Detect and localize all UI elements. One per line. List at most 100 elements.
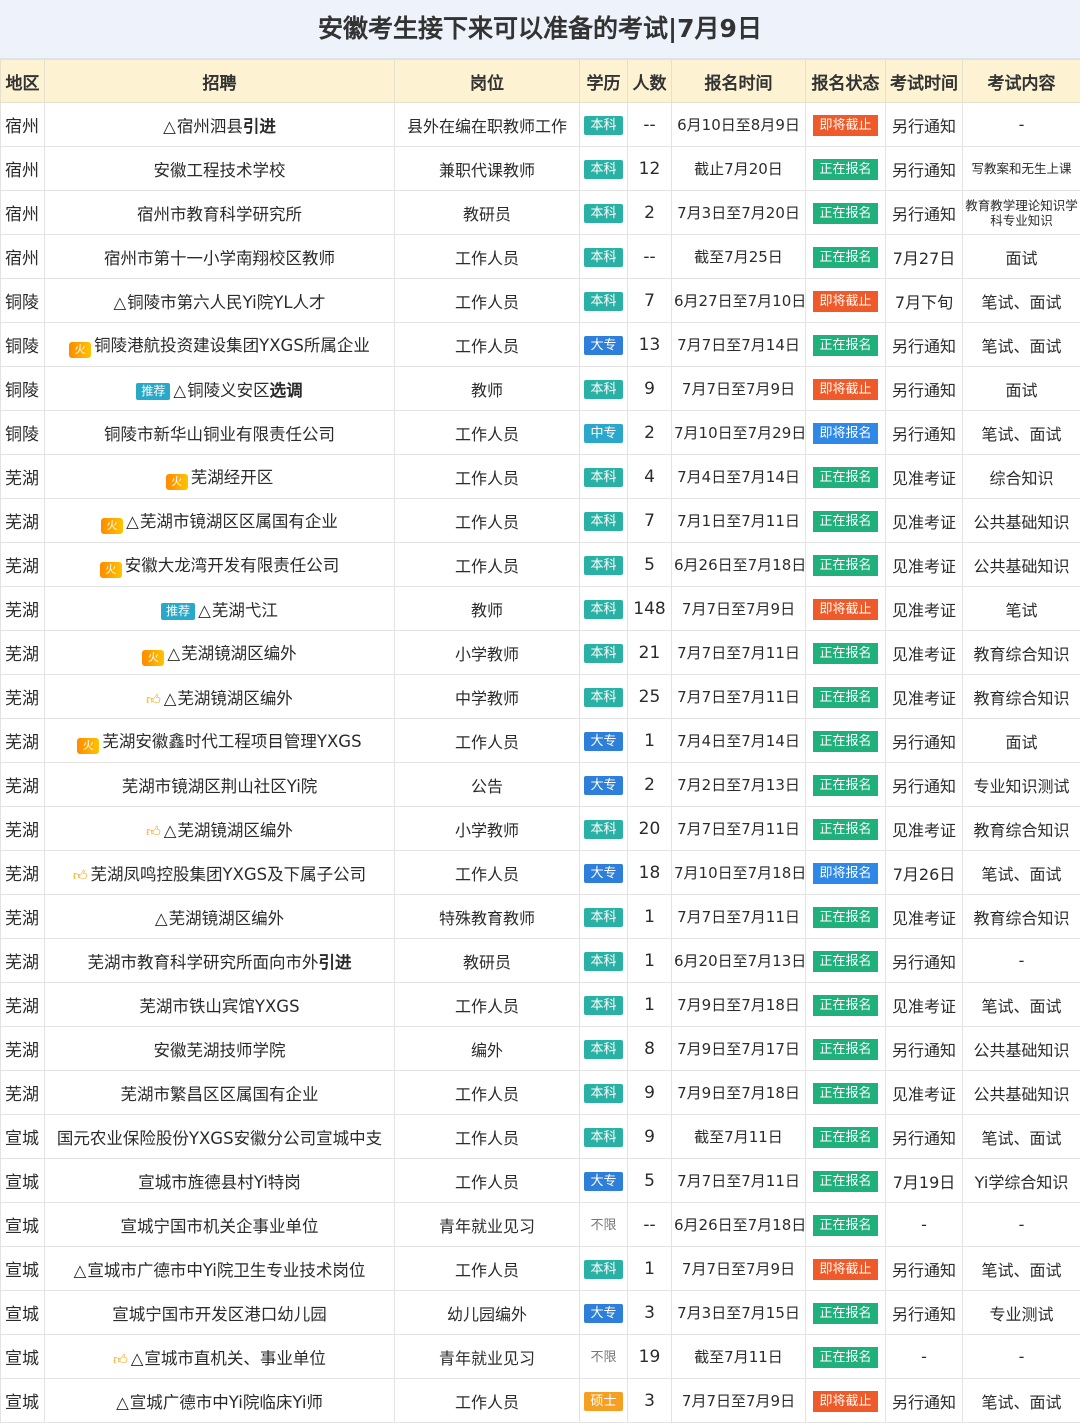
table-row[interactable]: 宿州△宿州泗县引进县外在编在职教师工作本科--6月10日至8月9日即将截止另行通… (1, 103, 1080, 147)
cell-recruit[interactable]: △芜湖镜湖区编外 (45, 895, 395, 939)
cell-signup-status: 正在报名 (806, 323, 886, 367)
cell-recruit[interactable]: △宿州泗县引进 (45, 103, 395, 147)
table-row[interactable]: 芜湖芜湖市镜湖区荆山社区Yi院公告大专27月2日至7月13日正在报名另行通知专业… (1, 763, 1080, 807)
status-badge: 正在报名 (813, 247, 877, 268)
table-row[interactable]: 芜湖火安徽大龙湾开发有限责任公司工作人员本科56月26日至7月18日正在报名见准… (1, 543, 1080, 587)
cell-count: 148 (628, 587, 672, 631)
cell-recruit[interactable]: 火安徽大龙湾开发有限责任公司 (45, 543, 395, 587)
table-row[interactable]: 芜湖△芜湖镜湖区编外特殊教育教师本科17月7日至7月11日正在报名见准考证教育综… (1, 895, 1080, 939)
cell-recruit[interactable]: 火芜湖经开区 (45, 455, 395, 499)
cell-signup-status: 正在报名 (806, 1159, 886, 1203)
cell-recruit[interactable]: △宣城市广德市中Yi院卫生专业技术岗位 (45, 1247, 395, 1291)
table-row[interactable]: 芜湖推荐△芜湖弋江教师本科1487月7日至7月9日即将截止见准考证笔试 (1, 587, 1080, 631)
cell-exam-time: 另行通知 (886, 411, 963, 455)
warning-triangle-icon: △ (113, 293, 126, 312)
table-row[interactable]: 宣城宣城宁国市机关企事业单位青年就业见习不限--6月26日至7月18日正在报名-… (1, 1203, 1080, 1247)
table-row[interactable]: 宣城👍︎△宣城市直机关、事业单位青年就业见习不限19截至7月11日正在报名-- (1, 1335, 1080, 1379)
cell-recruit[interactable]: 推荐△芜湖弋江 (45, 587, 395, 631)
cell-exam-time: 7月19日 (886, 1159, 963, 1203)
table-row[interactable]: 宿州宿州市第十一小学南翔校区教师工作人员本科--截至7月25日正在报名7月27日… (1, 235, 1080, 279)
table-row[interactable]: 宣城国元农业保险股份YXGS安徽分公司宣城中支工作人员本科9截至7月11日正在报… (1, 1115, 1080, 1159)
cell-position: 工作人员 (395, 1159, 580, 1203)
cell-area: 芜湖 (1, 939, 45, 983)
cell-recruit[interactable]: 火△芜湖市镜湖区区属国有企业 (45, 499, 395, 543)
cell-recruit[interactable]: 推荐△铜陵义安区选调 (45, 367, 395, 411)
cell-recruit[interactable]: 宿州市第十一小学南翔校区教师 (45, 235, 395, 279)
cell-signup-status: 即将截止 (806, 1247, 886, 1291)
cell-recruit[interactable]: △铜陵市第六人民Yi院YL人才 (45, 279, 395, 323)
cell-recruit[interactable]: 👍︎△芜湖镜湖区编外 (45, 807, 395, 851)
table-row[interactable]: 铜陵火铜陵港航投资建设集团YXGS所属企业工作人员大专137月7日至7月14日正… (1, 323, 1080, 367)
cell-exam-time: 见准考证 (886, 895, 963, 939)
table-row[interactable]: 宣城宣城宁国市开发区港口幼儿园幼儿园编外大专37月3日至7月15日正在报名另行通… (1, 1291, 1080, 1335)
cell-signup-time: 7月7日至7月11日 (672, 675, 806, 719)
cell-exam-content: 笔试、面试 (963, 1115, 1080, 1159)
cell-recruit[interactable]: 芜湖市铁山宾馆YXGS (45, 983, 395, 1027)
cell-recruit[interactable]: 芜湖市镜湖区荆山社区Yi院 (45, 763, 395, 807)
cell-education: 本科 (580, 499, 628, 543)
education-badge: 不限 (584, 1216, 622, 1235)
cell-area: 芜湖 (1, 719, 45, 763)
table-row[interactable]: 宣城宣城市旌德县村Yi特岗工作人员大专57月7日至7月11日正在报名7月19日Y… (1, 1159, 1080, 1203)
cell-area: 芜湖 (1, 1027, 45, 1071)
cell-education: 本科 (580, 587, 628, 631)
cell-area: 宿州 (1, 103, 45, 147)
table-row[interactable]: 宣城△宣城广德市中Yi院临床Yi师工作人员硕士37月7日至7月9日即将截止另行通… (1, 1379, 1080, 1423)
cell-signup-time: 截止7月20日 (672, 147, 806, 191)
cell-recruit[interactable]: 👍︎△宣城市直机关、事业单位 (45, 1335, 395, 1379)
cell-recruit[interactable]: 宣城宁国市机关企事业单位 (45, 1203, 395, 1247)
table-row[interactable]: 芜湖火芜湖安徽鑫时代工程项目管理YXGS工作人员大专17月4日至7月14日正在报… (1, 719, 1080, 763)
table-row[interactable]: 芜湖芜湖市铁山宾馆YXGS工作人员本科17月9日至7月18日正在报名见准考证笔试… (1, 983, 1080, 1027)
cell-recruit[interactable]: 铜陵市新华山铜业有限责任公司 (45, 411, 395, 455)
cell-signup-status: 正在报名 (806, 939, 886, 983)
table-row[interactable]: 铜陵铜陵市新华山铜业有限责任公司工作人员中专27月10日至7月29日即将报名另行… (1, 411, 1080, 455)
table-row[interactable]: 芜湖👍︎△芜湖镜湖区编外中学教师本科257月7日至7月11日正在报名见准考证教育… (1, 675, 1080, 719)
table-row[interactable]: 芜湖芜湖市教育科学研究所面向市外引进教研员本科16月20日至7月13日正在报名另… (1, 939, 1080, 983)
table-row[interactable]: 芜湖安徽芜湖技师学院编外本科87月9日至7月17日正在报名另行通知公共基础知识 (1, 1027, 1080, 1071)
cell-education: 本科 (580, 1027, 628, 1071)
cell-signup-time: 截至7月25日 (672, 235, 806, 279)
cell-recruit[interactable]: 国元农业保险股份YXGS安徽分公司宣城中支 (45, 1115, 395, 1159)
cell-education: 中专 (580, 411, 628, 455)
cell-recruit[interactable]: △宣城广德市中Yi院临床Yi师 (45, 1379, 395, 1423)
cell-position: 特殊教育教师 (395, 895, 580, 939)
cell-exam-time: 另行通知 (886, 719, 963, 763)
cell-recruit[interactable]: 👍︎芜湖凤鸣控股集团YXGS及下属子公司 (45, 851, 395, 895)
cell-signup-time: 7月7日至7月11日 (672, 895, 806, 939)
table-row[interactable]: 铜陵△铜陵市第六人民Yi院YL人才工作人员本科76月27日至7月10日即将截止7… (1, 279, 1080, 323)
cell-exam-time: 另行通知 (886, 103, 963, 147)
cell-recruit[interactable]: 火铜陵港航投资建设集团YXGS所属企业 (45, 323, 395, 367)
table-row[interactable]: 芜湖火△芜湖市镜湖区区属国有企业工作人员本科77月1日至7月11日正在报名见准考… (1, 499, 1080, 543)
cell-recruit[interactable]: 安徽工程技术学校 (45, 147, 395, 191)
cell-signup-status: 正在报名 (806, 895, 886, 939)
cell-signup-status: 正在报名 (806, 499, 886, 543)
cell-recruit[interactable]: 芜湖市教育科学研究所面向市外引进 (45, 939, 395, 983)
cell-position: 工作人员 (395, 235, 580, 279)
table-row[interactable]: 宿州安徽工程技术学校兼职代课教师本科12截止7月20日正在报名另行通知写教案和无… (1, 147, 1080, 191)
cell-exam-content: 专业测试 (963, 1291, 1080, 1335)
cell-area: 芜湖 (1, 675, 45, 719)
cell-signup-time: 7月2日至7月13日 (672, 763, 806, 807)
table-row[interactable]: 宣城△宣城市广德市中Yi院卫生专业技术岗位工作人员本科17月7日至7月9日即将截… (1, 1247, 1080, 1291)
table-row[interactable]: 芜湖火△芜湖镜湖区编外小学教师本科217月7日至7月11日正在报名见准考证教育综… (1, 631, 1080, 675)
table-row[interactable]: 芜湖👍︎芜湖凤鸣控股集团YXGS及下属子公司工作人员大专187月10日至7月18… (1, 851, 1080, 895)
cell-recruit[interactable]: 火△芜湖镜湖区编外 (45, 631, 395, 675)
cell-signup-status: 即将报名 (806, 411, 886, 455)
cell-recruit[interactable]: 宣城宁国市开发区港口幼儿园 (45, 1291, 395, 1335)
table-row[interactable]: 铜陵推荐△铜陵义安区选调教师本科97月7日至7月9日即将截止另行通知面试 (1, 367, 1080, 411)
table-row[interactable]: 宿州宿州市教育科学研究所教研员本科27月3日至7月20日正在报名另行通知教育教学… (1, 191, 1080, 235)
cell-recruit[interactable]: 火芜湖安徽鑫时代工程项目管理YXGS (45, 719, 395, 763)
cell-recruit[interactable]: 宣城市旌德县村Yi特岗 (45, 1159, 395, 1203)
table-row[interactable]: 芜湖芜湖市繁昌区区属国有企业工作人员本科97月9日至7月18日正在报名见准考证公… (1, 1071, 1080, 1115)
cell-recruit[interactable]: 安徽芜湖技师学院 (45, 1027, 395, 1071)
cell-education: 大专 (580, 1291, 628, 1335)
cell-exam-time: 7月下旬 (886, 279, 963, 323)
cell-recruit[interactable]: 宿州市教育科学研究所 (45, 191, 395, 235)
cell-recruit[interactable]: 👍︎△芜湖镜湖区编外 (45, 675, 395, 719)
cell-signup-status: 正在报名 (806, 763, 886, 807)
cell-count: 7 (628, 499, 672, 543)
cell-recruit[interactable]: 芜湖市繁昌区区属国有企业 (45, 1071, 395, 1115)
table-row[interactable]: 芜湖👍︎△芜湖镜湖区编外小学教师本科207月7日至7月11日正在报名见准考证教育… (1, 807, 1080, 851)
table-row[interactable]: 芜湖火芜湖经开区工作人员本科47月4日至7月14日正在报名见准考证综合知识 (1, 455, 1080, 499)
recruit-name: 芜湖市镜湖区区属国有企业 (140, 512, 338, 531)
